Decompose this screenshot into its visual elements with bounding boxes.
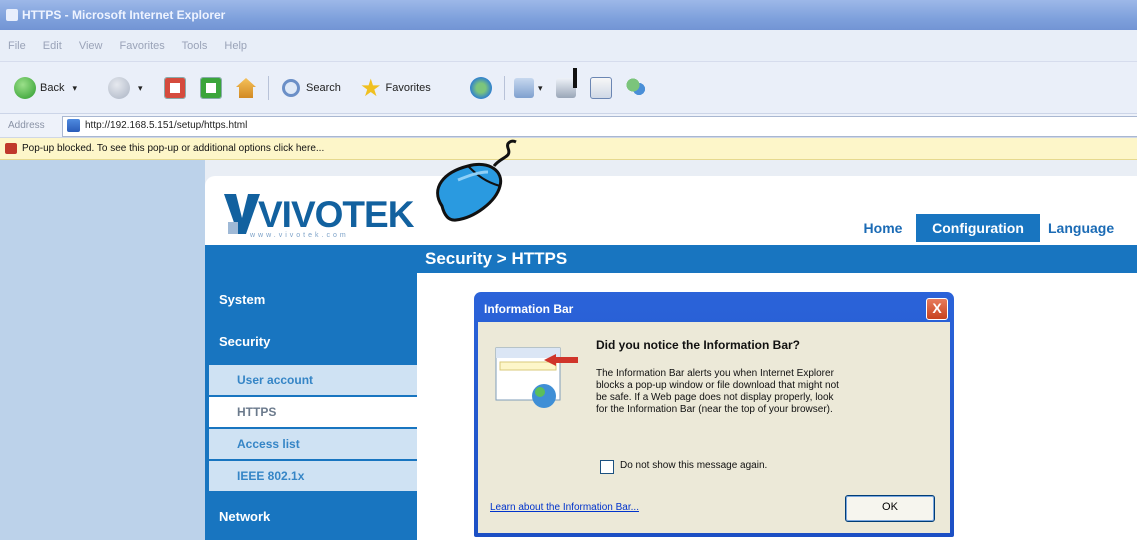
favorites-button[interactable]: ★ Favorites [360, 74, 431, 102]
mail-dropdown-icon[interactable]: ▾ [538, 83, 543, 94]
dialog-heading: Did you notice the Information Bar? [596, 338, 801, 352]
logo-subtext: www.vivotek.com [250, 232, 349, 239]
menu-view[interactable]: View [79, 40, 103, 52]
dialog-description: The Information Bar alerts you when Inte… [596, 368, 839, 415]
window-title: HTTPS - Microsoft Internet Explorer [22, 8, 226, 22]
search-button[interactable]: Search [282, 75, 341, 101]
menu-tools[interactable]: Tools [182, 40, 208, 52]
close-button[interactable]: X [926, 298, 948, 320]
nav-language[interactable]: Language [1044, 214, 1137, 242]
dialog-body: Did you notice the Information Bar? The … [478, 322, 950, 533]
star-icon: ★ [360, 74, 382, 102]
do-not-show-label[interactable]: Do not show this message again. [620, 460, 767, 471]
popup-blocked-icon [5, 143, 17, 154]
back-dropdown-icon[interactable]: ▾ [72, 83, 77, 94]
menu-help[interactable]: Help [224, 40, 247, 52]
page-icon [67, 119, 80, 132]
edit-icon [590, 77, 612, 99]
nav-home[interactable]: Home [854, 214, 912, 242]
information-bar-dialog: Information Bar X Did you notice the Inf… [474, 292, 954, 537]
sidebar-item-ieee-8021x[interactable]: IEEE 802.1x [209, 461, 417, 491]
forward-dropdown-icon[interactable]: ▾ [138, 83, 143, 94]
information-bar-text: Pop-up blocked. To see this pop-up or ad… [22, 143, 325, 154]
menu-favorites[interactable]: Favorites [120, 40, 165, 52]
logo-mark-icon [224, 194, 260, 234]
breadcrumb: Security > HTTPS [417, 245, 1137, 273]
forward-button[interactable]: ▾ [108, 75, 143, 101]
sidebar-item-access-list[interactable]: Access list [209, 429, 417, 459]
mail-icon [514, 78, 534, 98]
ok-button[interactable]: OK [845, 495, 935, 522]
information-bar[interactable]: Pop-up blocked. To see this pop-up or ad… [0, 138, 1137, 160]
history-button[interactable] [470, 75, 492, 101]
text-cursor-icon [573, 68, 577, 88]
home-icon [236, 78, 256, 98]
toolbar: Back ▾ ▾ Search ★ Favorites ▾ [0, 62, 1137, 114]
window-titlebar: HTTPS - Microsoft Internet Explorer [0, 0, 1137, 30]
home-button[interactable] [236, 75, 256, 101]
do-not-show-checkbox[interactable] [600, 460, 614, 474]
history-icon [470, 77, 492, 99]
nav-configuration[interactable]: Configuration [916, 214, 1040, 242]
refresh-icon [200, 77, 222, 99]
edit-button[interactable] [590, 75, 612, 101]
messenger-button[interactable] [626, 75, 646, 101]
address-label: Address [8, 120, 45, 131]
stop-icon [164, 77, 186, 99]
messenger-icon [626, 78, 646, 98]
sidebar-item-user-account[interactable]: User account [209, 365, 417, 395]
sidebar-item-network[interactable]: Network [219, 509, 270, 524]
sidebar-item-system[interactable]: System [219, 292, 265, 307]
learn-more-link[interactable]: Learn about the Information Bar... [490, 502, 639, 513]
back-arrow-icon [14, 77, 36, 99]
information-bar-illustration-icon [495, 347, 578, 408]
address-input[interactable]: http://192.168.5.151/setup/https.html [62, 116, 1137, 137]
dialog-title: Information Bar [484, 302, 574, 316]
stop-button[interactable] [164, 75, 186, 101]
refresh-button[interactable] [200, 75, 222, 101]
menu-bar: File Edit View Favorites Tools Help [0, 30, 1137, 62]
back-label: Back [40, 82, 65, 94]
mouse-icon [436, 139, 517, 222]
address-bar: Address http://192.168.5.151/setup/https… [0, 114, 1137, 138]
ie-icon [6, 9, 18, 21]
forward-arrow-icon [108, 77, 130, 99]
sidebar-item-security[interactable]: Security [219, 334, 270, 349]
menu-edit[interactable]: Edit [43, 40, 62, 52]
menu-file[interactable]: File [8, 40, 26, 52]
sidebar-item-https[interactable]: HTTPS [209, 397, 417, 427]
page-background-left [0, 160, 205, 540]
vivotek-logo: VIVOTEK www.vivotek.com [222, 192, 422, 242]
search-label: Search [306, 82, 341, 94]
mail-button[interactable]: ▾ [514, 75, 543, 101]
address-url: http://192.168.5.151/setup/https.html [85, 120, 248, 131]
logo-text: VIVOTEK [258, 194, 414, 235]
search-icon [282, 79, 300, 97]
back-button[interactable]: Back ▾ [14, 75, 77, 101]
favorites-label: Favorites [385, 82, 431, 94]
